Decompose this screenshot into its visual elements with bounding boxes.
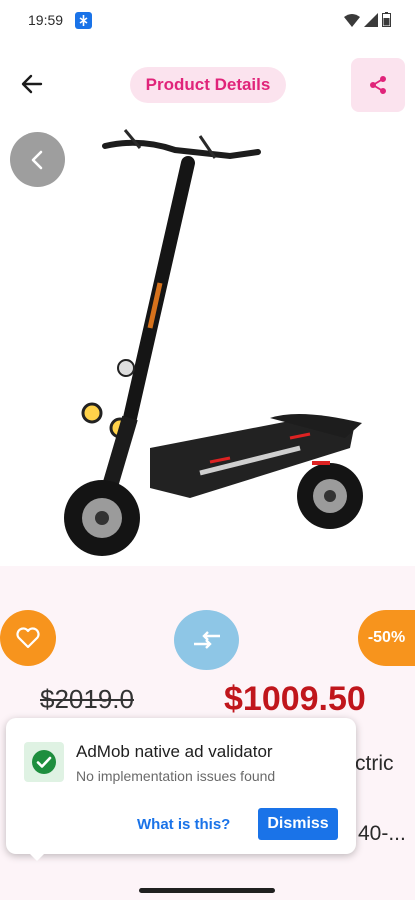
product-name-fragment: 40-...: [358, 822, 406, 845]
share-button[interactable]: [351, 58, 405, 112]
product-image: [64, 129, 363, 556]
compare-arrows-icon: [193, 631, 220, 649]
signal-icon: [364, 12, 378, 27]
compare-button[interactable]: [174, 610, 239, 670]
product-name-fragment: ctric: [355, 752, 394, 775]
back-button[interactable]: [18, 70, 46, 98]
status-icons: [344, 12, 391, 27]
popup-pointer: [26, 850, 48, 861]
share-icon: [370, 76, 386, 94]
admob-title: AdMob native ad validator: [76, 742, 273, 761]
status-bar: 19:59: [0, 0, 415, 40]
check-circle-icon: [24, 742, 64, 782]
home-indicator[interactable]: [139, 888, 275, 893]
top-app-bar: Product Details: [0, 40, 415, 118]
discount-badge: -50%: [358, 610, 415, 666]
status-time: 19:59: [28, 12, 64, 28]
old-price: $2019.0: [40, 684, 134, 714]
favorite-button[interactable]: [0, 610, 56, 666]
product-image-gallery[interactable]: [0, 118, 415, 566]
new-price: $1009.50: [224, 680, 366, 718]
what-is-this-link[interactable]: What is this?: [137, 816, 230, 833]
battery-icon: [382, 12, 391, 27]
arrow-left-icon: [21, 74, 43, 94]
dismiss-button[interactable]: Dismiss: [258, 808, 338, 840]
app-notification-icon: [75, 12, 92, 29]
wifi-icon: [344, 13, 360, 27]
page-title: Product Details: [130, 67, 286, 103]
admob-validator-popup: AdMob native ad validator No implementat…: [6, 718, 356, 854]
admob-subtitle: No implementation issues found: [76, 768, 276, 784]
heart-icon: [16, 627, 40, 649]
